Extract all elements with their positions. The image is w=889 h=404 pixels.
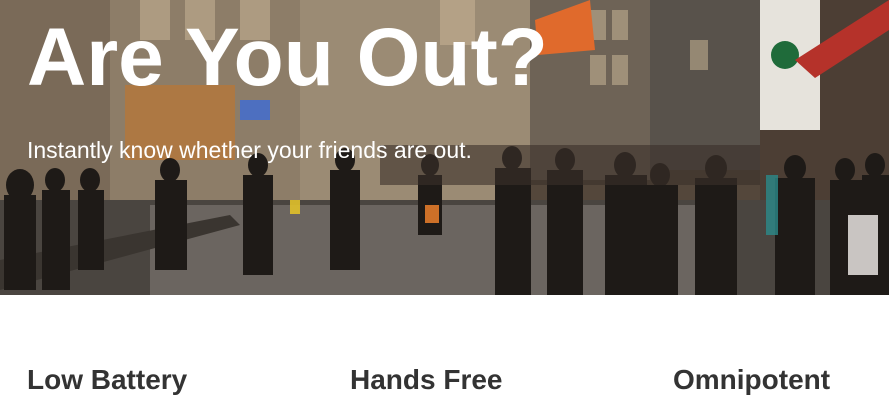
hero-title: Are You Out? <box>27 12 548 103</box>
features-section: Low Battery Hands Free Omnipotent <box>0 295 889 404</box>
feature-heading-low-battery: Low Battery <box>27 364 188 395</box>
feature-heading-omnipotent: Omnipotent <box>673 364 831 395</box>
hero-banner: Are You Out? Instantly know whether your… <box>0 0 889 295</box>
feature-heading-hands-free: Hands Free <box>350 364 503 395</box>
hero-subtitle: Instantly know whether your friends are … <box>27 137 472 163</box>
